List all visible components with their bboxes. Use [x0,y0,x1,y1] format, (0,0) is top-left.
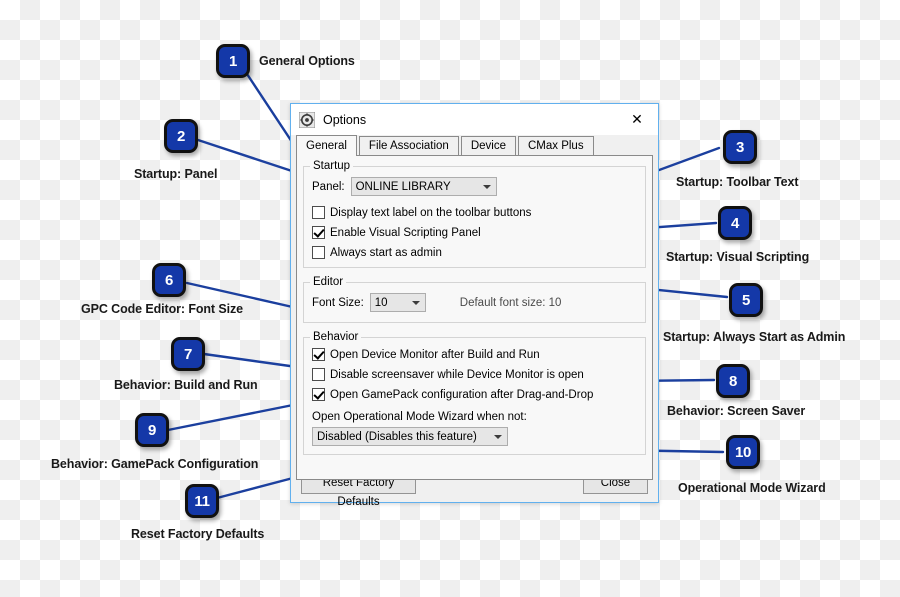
checkbox-disable-screensaver[interactable]: Disable screensaver while Device Monitor… [312,368,637,381]
dialog-titlebar: Options ✕ [291,104,658,135]
gear-icon [298,111,316,128]
callout-badge-6[interactable]: 6 [152,263,186,297]
operational-mode-wizard-combobox[interactable]: Disabled (Disables this feature) [312,427,508,446]
callout-badge-2[interactable]: 2 [164,119,198,153]
callout-label-7: Behavior: Build and Run [114,378,258,392]
callout-badge-5[interactable]: 5 [729,283,763,317]
checkbox-box[interactable] [312,206,325,219]
callout-label-1: General Options [259,54,355,68]
panel-combobox[interactable]: ONLINE LIBRARY [350,177,497,196]
close-icon[interactable]: ✕ [616,104,658,134]
group-editor-title: Editor [310,276,347,288]
checkbox-open-device-monitor[interactable]: Open Device Monitor after Build and Run [312,348,637,361]
tab-cmax-plus[interactable]: CMax Plus [517,136,594,155]
checkbox-label: Open Device Monitor after Build and Run [330,348,540,361]
checkbox-box[interactable] [312,246,325,259]
group-editor: Editor Font Size: 10 Default font size: … [303,276,646,323]
checkbox-box[interactable] [312,388,325,401]
callout-label-6: GPC Code Editor: Font Size [81,302,243,316]
panel-label: Panel: [312,180,345,193]
tab-page-general: Startup Panel: ONLINE LIBRARY Display te… [296,155,653,480]
checkbox-label: Open GamePack configuration after Drag-a… [330,388,594,401]
tab-device[interactable]: Device [460,136,516,155]
group-behavior: Behavior Open Device Monitor after Build… [303,331,646,455]
checkbox-box[interactable] [312,226,325,239]
tabstrip: General File Association Device CMax Plu… [296,135,653,156]
callout-label-5: Startup: Always Start as Admin [663,330,846,344]
checkbox-label: Disable screensaver while Device Monitor… [330,368,584,381]
options-dialog: Options ✕ General File Association Devic… [290,103,659,508]
group-startup-title: Startup [310,160,354,172]
callout-label-10: Operational Mode Wizard [678,481,826,495]
group-startup: Startup Panel: ONLINE LIBRARY Display te… [303,160,646,268]
callout-badge-8[interactable]: 8 [716,364,750,398]
checkbox-display-toolbar-text[interactable]: Display text label on the toolbar button… [312,206,637,219]
chevron-down-icon [411,300,420,305]
checkbox-always-start-as-admin[interactable]: Always start as admin [312,246,637,259]
wizard-combo-row: Disabled (Disables this feature) [312,427,637,446]
tab-general[interactable]: General [296,135,357,156]
chevron-down-icon [482,184,491,189]
font-size-row: Font Size: 10 Default font size: 10 [312,293,637,312]
leader-line-9 [166,402,300,432]
chevron-down-icon [494,434,502,439]
checkbox-box[interactable] [312,368,325,381]
operational-mode-wizard-value: Disabled (Disables this feature) [317,430,477,443]
font-size-combobox[interactable]: 10 [369,293,426,312]
checkbox-label: Always start as admin [330,246,442,259]
operational-mode-wizard-label: Open Operational Mode Wizard when not: [312,411,527,423]
callout-badge-7[interactable]: 7 [171,337,205,371]
default-font-size-note: Default font size: 10 [459,296,562,309]
font-size-combobox-value: 10 [374,296,388,309]
font-size-label: Font Size: [312,296,364,309]
leader-line-7 [202,352,299,369]
dialog-title: Options [323,112,367,127]
checkbox-label: Enable Visual Scripting Panel [330,226,481,239]
callout-badge-4[interactable]: 4 [718,206,752,240]
leader-line-11 [215,476,295,500]
startup-panel-row: Panel: ONLINE LIBRARY [312,177,637,196]
checkbox-label: Display text label on the toolbar button… [330,206,532,219]
checkbox-box[interactable] [312,348,325,361]
callout-badge-9[interactable]: 9 [135,413,169,447]
callout-badge-11[interactable]: 11 [185,484,219,518]
callout-label-8: Behavior: Screen Saver [667,404,806,418]
panel-combobox-value: ONLINE LIBRARY [355,180,451,193]
callout-badge-10[interactable]: 10 [726,435,760,469]
checkbox-open-gamepack-config[interactable]: Open GamePack configuration after Drag-a… [312,388,637,401]
tab-file-association[interactable]: File Association [358,136,459,155]
leader-line-1 [245,72,296,147]
callout-label-2: Startup: Panel [134,167,218,181]
callout-badge-3[interactable]: 3 [723,130,757,164]
group-behavior-title: Behavior [310,331,362,343]
checkbox-enable-visual-scripting[interactable]: Enable Visual Scripting Panel [312,226,637,239]
callout-label-4: Startup: Visual Scripting [666,250,810,264]
callout-badge-1[interactable]: 1 [216,44,250,78]
callout-label-3: Startup: Toolbar Text [676,175,799,189]
callout-label-11: Reset Factory Defaults [131,527,265,541]
wizard-label-row: Open Operational Mode Wizard when not: [312,411,637,423]
callout-label-9: Behavior: GamePack Configuration [51,457,259,471]
